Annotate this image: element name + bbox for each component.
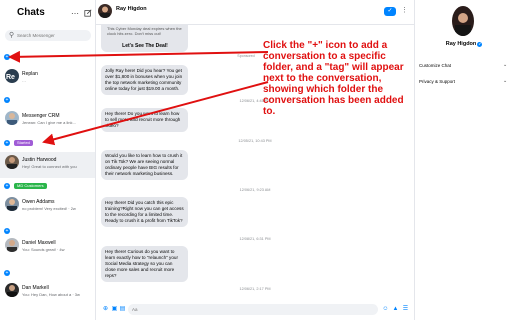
message-bubble: Jolly Ray here! Did you hear? You get ov… [101,65,188,95]
see-deal-button[interactable]: Let's See The Deal! [107,42,183,50]
list-item[interactable]: Messenger CRM Jenean: Can I give me a li… [0,108,95,134]
search-icon: ⚲ [9,32,15,39]
list-item[interactable]: Dan Markell You: Hey Dan, How about a · … [0,280,95,306]
chat-preview: Hey! Great to connect with you [22,164,77,169]
list-item[interactable]: Re Replan … [0,66,95,92]
conversation-panel: Ray Higdon ✓ ⋮ This Cyber Monday deal ex… [96,0,414,320]
more-options-icon[interactable]: ⋮ [401,6,408,14]
sidebar-title: Chats [17,7,45,18]
add-to-folder-plus-icon[interactable]: + [4,140,10,146]
add-to-folder-plus-icon[interactable]: + [4,183,10,189]
more-options-icon[interactable]: ⋯ [70,9,80,19]
sponsored-card: This Cyber Monday deal expires when the … [101,25,188,52]
add-to-folder-plus-icon[interactable]: + [4,270,10,276]
message-timestamp: 12/06/21, 4:45 PM [239,99,271,103]
folder-tag: MD Customers [14,183,47,189]
customize-chat-item[interactable]: Customize Chat ⌄ [415,60,512,72]
chat-name: Messenger CRM [22,113,60,119]
chevron-down-icon: ⌄ [503,62,508,68]
info-panel: Ray Higdon ✓ Customize Chat ⌄ Privacy & S… [414,0,512,320]
message-bubble: Hey there! Do you want to learn how to s… [101,108,188,132]
message-list[interactable]: This Cyber Monday deal expires when the … [96,25,414,300]
chat-preview: Jenean: Can I give me a link… [22,120,77,125]
sponsored-card-text: This Cyber Monday deal expires when the … [107,26,182,36]
list-item[interactable]: Justin Harwood Hey! Great to connect wit… [0,152,95,178]
message-timestamp: 12/06/21, 2:17 PM [239,287,271,291]
chat-preview: … [22,78,26,83]
folder-tag: Started [14,140,33,146]
sponsored-label: Sponsored [237,54,255,58]
message-bubble: Hey there! Curious do you want to learn … [101,246,188,282]
message-input[interactable] [128,304,378,315]
message-timestamp: 12/06/21, 9:23 AM [239,188,271,192]
avatar [5,197,19,211]
avatar [5,283,19,297]
plus-icon[interactable]: ⊕ [102,306,109,313]
chat-name: Replan [22,71,38,77]
image-icon[interactable]: ▣ [111,306,118,313]
search-input[interactable] [17,30,87,41]
customize-chat-label: Customize Chat [419,63,452,68]
chat-preview: You: Sounds great! · 4w [22,247,65,252]
contact-name: Ray Higdon [116,6,147,12]
chat-name: Justin Harwood [22,157,57,163]
chat-preview: You: Hey Dan, How about a · 3w [22,292,80,297]
conversation-header: Ray Higdon ✓ ⋮ [96,0,414,25]
avatar: Re [5,69,19,83]
chat-name: Owen Addams [22,199,55,205]
chat-name: Daniel Maxwell [22,240,56,246]
verified-icon: ✓ [477,41,483,47]
message-bubble: Would you like to learn how to crush it … [101,150,188,180]
menu-icon[interactable]: ☰ [402,306,409,313]
emoji-icon[interactable]: ☺ [382,306,389,313]
privacy-support-item[interactable]: Privacy & Support ⌄ [415,76,512,88]
profile-name-text: Ray Higdon [445,41,477,47]
message-timestamp: 12/08/21, 6:31 PM [239,237,271,241]
chevron-down-icon: ⌄ [503,78,508,84]
avatar [5,238,19,252]
svg-text:Re: Re [6,74,15,81]
add-to-folder-plus-icon[interactable]: + [4,54,10,60]
avatar [5,155,19,169]
gif-icon[interactable]: ▤ [119,306,126,313]
check-icon[interactable]: ✓ [384,7,396,16]
add-to-folder-plus-icon[interactable]: + [4,228,10,234]
avatar [5,111,19,125]
avatar[interactable] [98,4,112,18]
new-message-icon[interactable] [83,9,93,19]
search-bar[interactable]: ⚲ [5,30,91,41]
avatar [452,6,474,36]
list-item[interactable]: Daniel Maxwell You: Sounds great! · 4w [0,235,95,261]
message-timestamp: 12/05/21, 10:43 PM [238,139,272,143]
message-bubble: Hey there! Did you catch this epic train… [101,197,188,227]
list-item[interactable]: Owen Addams no problem! Very excited! · … [0,194,95,220]
like-icon[interactable]: ▲ [392,306,399,313]
composer: ⊕ ▣ ▤ ☺ ▲ ☰ [96,300,414,320]
profile-name: Ray Higdon ✓ [415,41,512,47]
add-to-folder-plus-icon[interactable]: + [4,97,10,103]
chat-preview: no problem! Very excited! · 2w [22,206,76,211]
chat-name: Dan Markell [22,285,49,291]
sidebar-header: Chats ⋯ [0,0,95,28]
chat-sidebar: Chats ⋯ ⚲ + Re Replan … + Messenger CRM … [0,0,96,320]
messenger-app: Chats ⋯ ⚲ + Re Replan … + Messenger CRM … [0,0,512,320]
privacy-support-label: Privacy & Support [419,79,456,84]
